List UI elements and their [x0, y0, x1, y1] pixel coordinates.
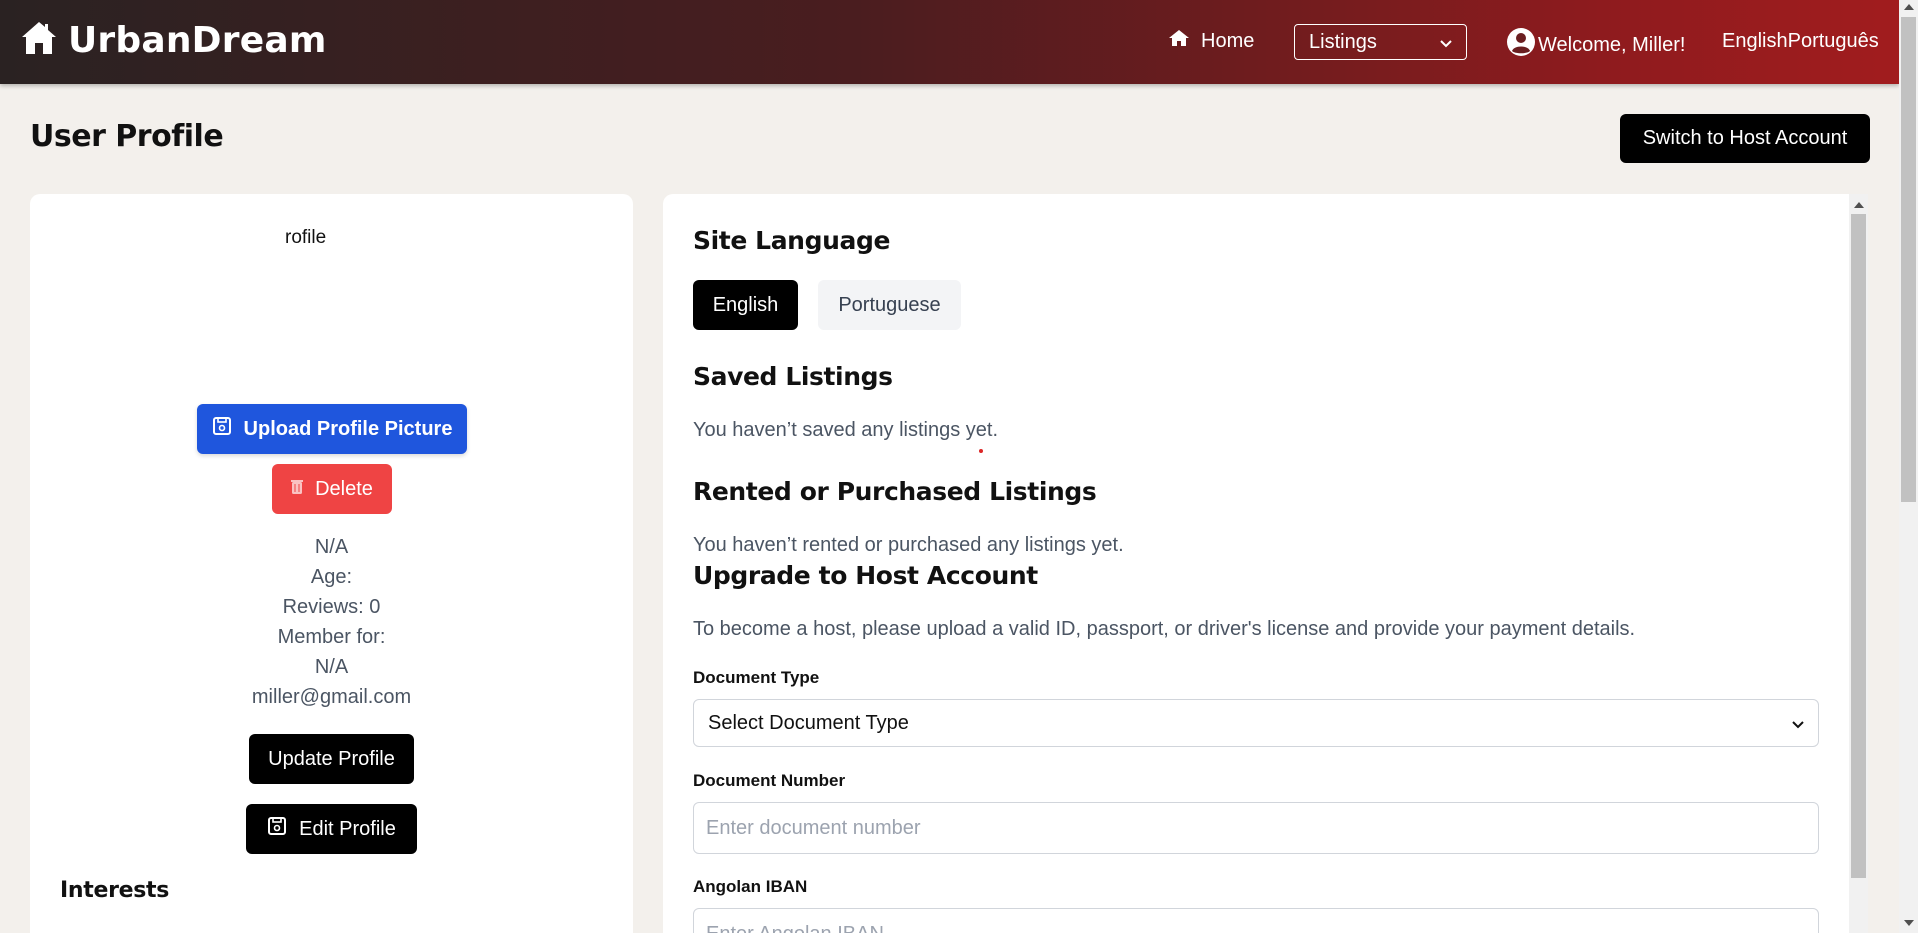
profile-member-value: N/A	[314, 656, 349, 678]
delete-label: Delete	[315, 477, 373, 500]
top-navbar: UrbanDream Home Listings Welcome, Miller…	[0, 0, 1899, 84]
lang-portuguese-link[interactable]: Português	[1788, 30, 1879, 53]
listings-select[interactable]: Listings	[1294, 24, 1467, 60]
avatar-alt-text: rofile	[285, 227, 327, 248]
chevron-down-icon	[1440, 31, 1452, 54]
iban-label: Angolan IBAN	[693, 877, 808, 896]
profile-member-for: Member for:	[277, 626, 386, 648]
nav-home-label: Home	[1201, 29, 1255, 52]
trash-icon	[291, 478, 304, 501]
document-number-label: Document Number	[693, 771, 846, 790]
lang-english-link[interactable]: English	[1722, 30, 1788, 53]
page-scroll-thumb[interactable]	[1901, 17, 1916, 502]
brand-logo[interactable]: UrbanDream	[20, 20, 327, 61]
profile-email: miller@gmail.com	[251, 686, 412, 708]
scroll-up-icon[interactable]	[1854, 202, 1864, 208]
scroll-up-icon[interactable]	[1904, 4, 1914, 10]
document-type-label: Document Type	[693, 668, 820, 687]
update-profile-button[interactable]: Update Profile	[249, 734, 414, 784]
edit-profile-label: Edit Profile	[299, 817, 396, 840]
interests-heading: Interests	[60, 878, 170, 903]
switch-to-host-button[interactable]: Switch to Host Account	[1620, 114, 1870, 163]
save-icon	[212, 416, 232, 442]
language-portuguese-button[interactable]: Portuguese	[818, 280, 961, 330]
settings-scrollbar[interactable]	[1849, 194, 1868, 933]
upgrade-host-heading: Upgrade to Host Account	[693, 561, 1038, 590]
iban-placeholder: Enter Angolan IBAN	[706, 923, 884, 933]
upgrade-host-description: To become a host, please upload a valid …	[693, 618, 1636, 640]
document-type-value: Select Document Type	[708, 711, 909, 734]
language-switcher: English Português	[1722, 30, 1879, 53]
cursor-dot	[979, 449, 983, 453]
upload-label: Upload Profile Picture	[243, 417, 453, 440]
page-title: User Profile	[30, 119, 224, 154]
document-number-placeholder: Enter document number	[706, 816, 921, 839]
profile-reviews: Reviews: 0	[282, 596, 381, 618]
page-scrollbar[interactable]	[1899, 0, 1918, 933]
edit-profile-button[interactable]: Edit Profile	[246, 804, 417, 854]
scroll-down-icon[interactable]	[1904, 920, 1914, 926]
listings-select-value: Listings	[1309, 30, 1377, 53]
profile-age: Age:	[310, 566, 353, 588]
iban-input[interactable]: Enter Angolan IBAN	[693, 908, 1819, 933]
home-icon	[1168, 29, 1190, 53]
profile-name: N/A	[314, 536, 349, 558]
rented-listings-heading: Rented or Purchased Listings	[693, 477, 1097, 506]
document-number-input[interactable]: Enter document number	[693, 802, 1819, 854]
brand-name: UrbanDream	[68, 20, 327, 61]
settings-card: Site Language English Portuguese Saved L…	[663, 194, 1849, 933]
home-icon	[20, 20, 58, 61]
user-circle-icon	[1506, 27, 1536, 63]
avatar: rofile	[285, 227, 425, 257]
nav-home-link[interactable]: Home	[1168, 29, 1254, 53]
user-menu[interactable]: Welcome, Miller!	[1506, 27, 1685, 63]
delete-picture-button[interactable]: Delete	[272, 464, 392, 514]
chevron-down-icon	[1792, 712, 1804, 735]
rented-listings-empty: You haven’t rented or purchased any list…	[693, 534, 1124, 556]
welcome-text: Welcome, Miller!	[1538, 33, 1686, 56]
profile-card: rofile Upload Profile Picture Delete N/A…	[30, 194, 633, 933]
upload-profile-picture-button[interactable]: Upload Profile Picture	[197, 404, 467, 454]
site-language-heading: Site Language	[693, 226, 890, 255]
saved-listings-heading: Saved Listings	[693, 362, 893, 391]
document-type-select[interactable]: Select Document Type	[693, 699, 1819, 747]
save-icon	[267, 816, 287, 842]
language-english-button[interactable]: English	[693, 280, 798, 330]
settings-scroll-thumb[interactable]	[1851, 214, 1866, 878]
saved-listings-empty: You haven’t saved any listings yet.	[693, 419, 999, 441]
